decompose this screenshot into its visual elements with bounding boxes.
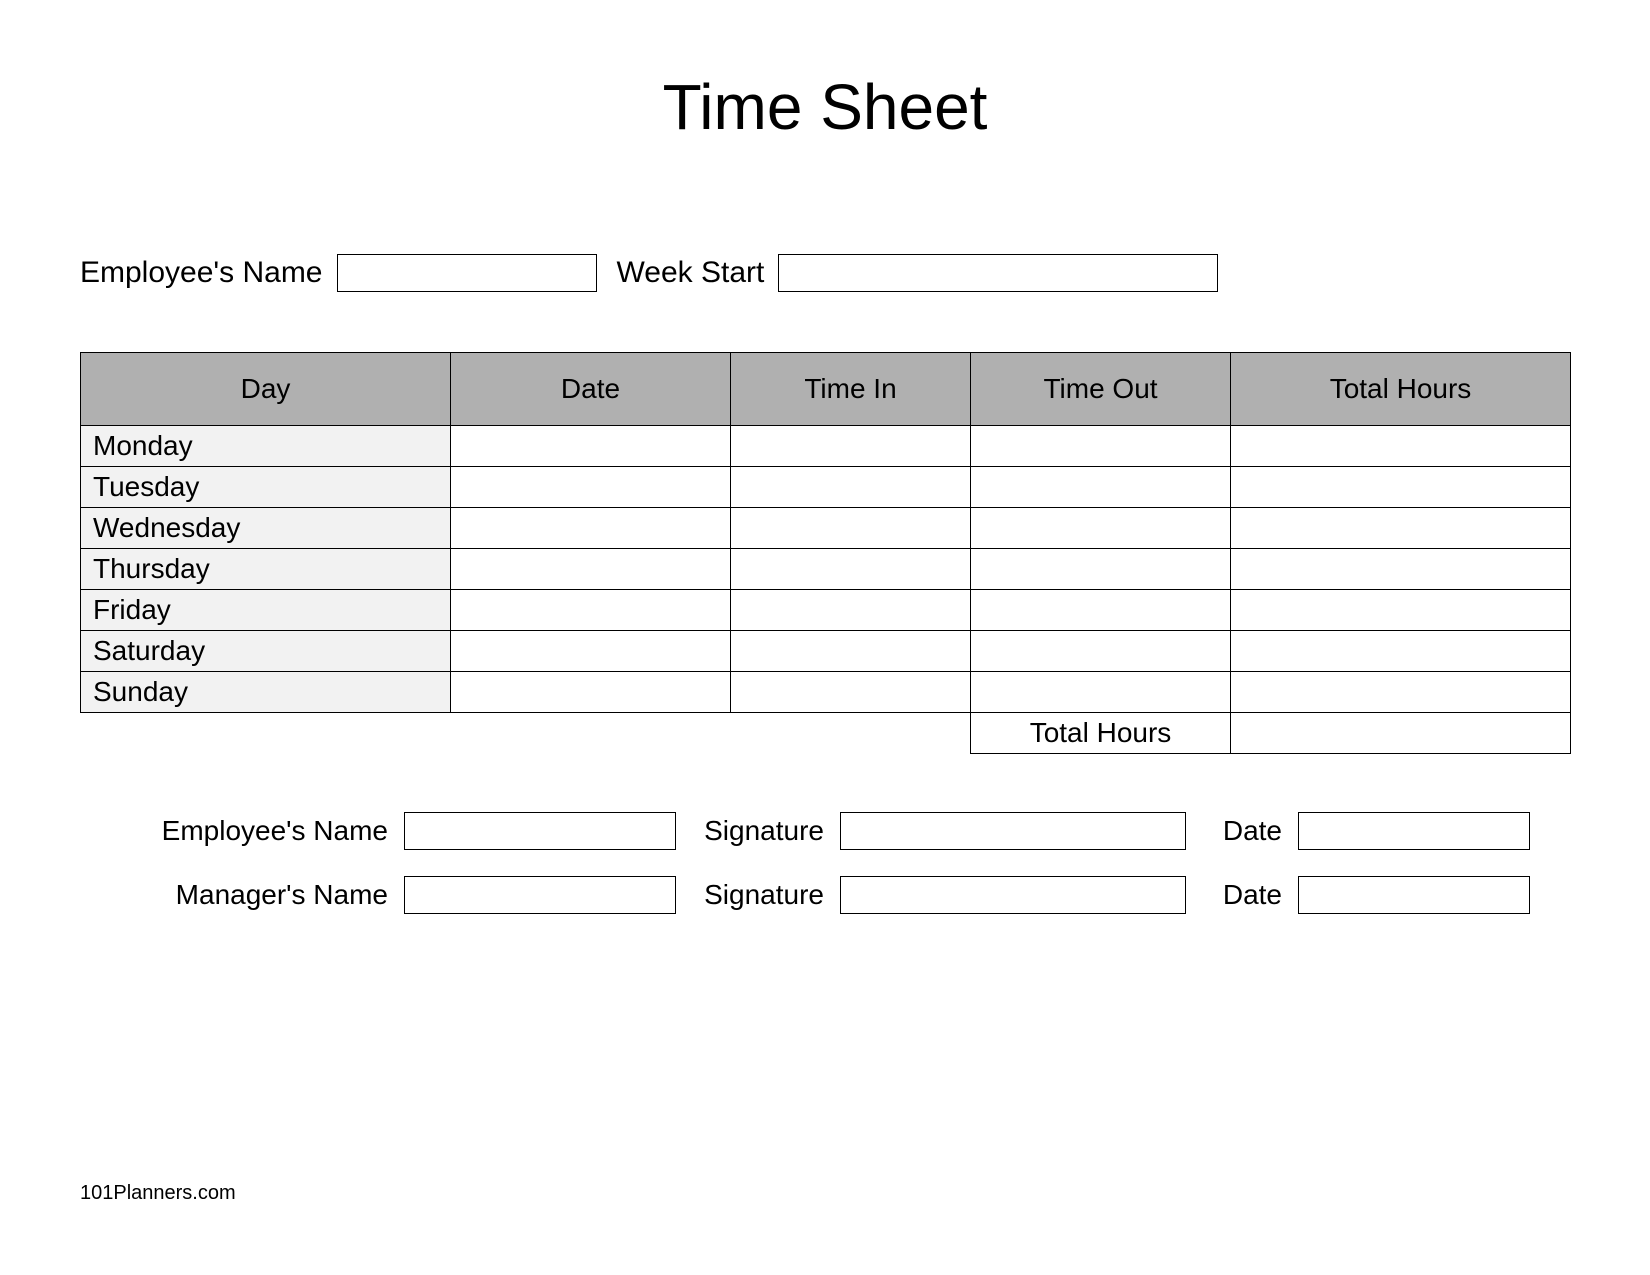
- employee-date-label: Date: [1216, 815, 1288, 847]
- total-hours-label: Total Hours: [971, 713, 1231, 754]
- page-title: Time Sheet: [80, 70, 1570, 144]
- table-row: Thursday: [81, 549, 1571, 590]
- total-row: Total Hours: [81, 713, 1571, 754]
- date-cell[interactable]: [451, 549, 731, 590]
- day-cell: Saturday: [81, 631, 451, 672]
- table-row: Friday: [81, 590, 1571, 631]
- time-out-cell[interactable]: [971, 672, 1231, 713]
- employee-name-label: Employee's Name: [80, 256, 323, 290]
- manager-date-input[interactable]: [1298, 876, 1530, 914]
- date-cell[interactable]: [451, 508, 731, 549]
- day-cell: Monday: [81, 426, 451, 467]
- total-hours-value[interactable]: [1231, 713, 1571, 754]
- total-hours-cell[interactable]: [1231, 426, 1571, 467]
- total-hours-cell[interactable]: [1231, 467, 1571, 508]
- manager-signature-input[interactable]: [840, 876, 1186, 914]
- header-date: Date: [451, 353, 731, 426]
- employee-signature-label: Signature: [694, 815, 830, 847]
- time-in-cell[interactable]: [731, 631, 971, 672]
- time-out-cell[interactable]: [971, 508, 1231, 549]
- total-hours-cell[interactable]: [1231, 672, 1571, 713]
- top-fields: Employee's Name Week Start: [80, 254, 1570, 292]
- time-in-cell[interactable]: [731, 426, 971, 467]
- total-hours-cell[interactable]: [1231, 549, 1571, 590]
- date-cell[interactable]: [451, 590, 731, 631]
- day-cell: Tuesday: [81, 467, 451, 508]
- time-in-cell[interactable]: [731, 590, 971, 631]
- table-row: Sunday: [81, 672, 1571, 713]
- day-cell: Friday: [81, 590, 451, 631]
- employee-name-sign-label: Employee's Name: [114, 815, 394, 847]
- date-cell[interactable]: [451, 631, 731, 672]
- timesheet-table: Day Date Time In Time Out Total Hours Mo…: [80, 352, 1571, 754]
- time-in-cell[interactable]: [731, 549, 971, 590]
- manager-signature-label: Signature: [694, 879, 830, 911]
- signature-section: Employee's Name Signature Date Manager's…: [80, 812, 1570, 914]
- total-hours-cell[interactable]: [1231, 508, 1571, 549]
- day-cell: Thursday: [81, 549, 451, 590]
- footer-credit: 101Planners.com: [80, 1182, 236, 1205]
- time-out-cell[interactable]: [971, 631, 1231, 672]
- employee-name-sign-input[interactable]: [404, 812, 676, 850]
- time-in-cell[interactable]: [731, 672, 971, 713]
- time-in-cell[interactable]: [731, 508, 971, 549]
- table-row: Wednesday: [81, 508, 1571, 549]
- employee-date-input[interactable]: [1298, 812, 1530, 850]
- week-start-label: Week Start: [617, 256, 765, 290]
- table-row: Tuesday: [81, 467, 1571, 508]
- manager-name-sign-input[interactable]: [404, 876, 676, 914]
- day-cell: Wednesday: [81, 508, 451, 549]
- manager-sign-row: Manager's Name Signature Date: [80, 876, 1570, 914]
- date-cell[interactable]: [451, 467, 731, 508]
- employee-name-input[interactable]: [337, 254, 597, 292]
- week-start-input[interactable]: [778, 254, 1218, 292]
- date-cell[interactable]: [451, 426, 731, 467]
- manager-name-sign-label: Manager's Name: [114, 879, 394, 911]
- time-out-cell[interactable]: [971, 467, 1231, 508]
- header-time-in: Time In: [731, 353, 971, 426]
- day-cell: Sunday: [81, 672, 451, 713]
- header-time-out: Time Out: [971, 353, 1231, 426]
- date-cell[interactable]: [451, 672, 731, 713]
- time-out-cell[interactable]: [971, 549, 1231, 590]
- time-out-cell[interactable]: [971, 426, 1231, 467]
- manager-date-label: Date: [1216, 879, 1288, 911]
- total-hours-cell[interactable]: [1231, 631, 1571, 672]
- table-row: Monday: [81, 426, 1571, 467]
- employee-signature-input[interactable]: [840, 812, 1186, 850]
- header-day: Day: [81, 353, 451, 426]
- table-row: Saturday: [81, 631, 1571, 672]
- employee-sign-row: Employee's Name Signature Date: [80, 812, 1570, 850]
- header-total-hours: Total Hours: [1231, 353, 1571, 426]
- total-hours-cell[interactable]: [1231, 590, 1571, 631]
- table-header-row: Day Date Time In Time Out Total Hours: [81, 353, 1571, 426]
- time-out-cell[interactable]: [971, 590, 1231, 631]
- time-in-cell[interactable]: [731, 467, 971, 508]
